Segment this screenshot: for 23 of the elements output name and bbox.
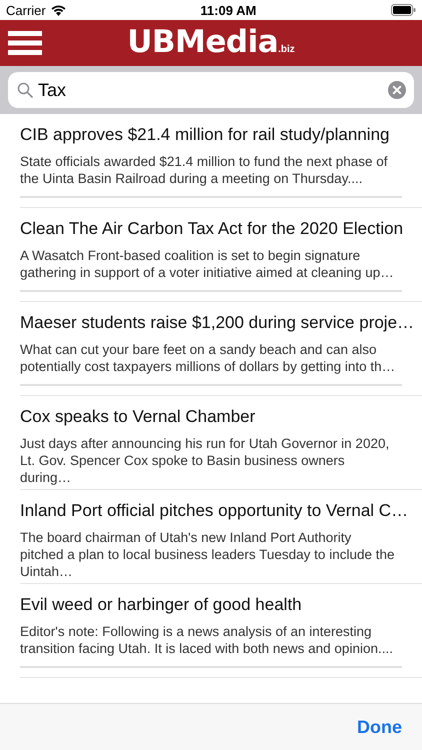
logo-suffix: .biz <box>278 44 295 55</box>
search-icon <box>17 82 33 98</box>
article-title[interactable]: Cox speaks to Vernal Chamber <box>20 406 422 428</box>
article-title[interactable]: Inland Port official pitches opportunity to Vernal C… <box>20 500 422 522</box>
article-summary: Editor's note: Following is a news analysis of an interesting transition facing Utah. It is laced with both news and opinion.... <box>20 623 394 657</box>
battery-icon <box>391 4 416 16</box>
wifi-icon <box>50 4 66 16</box>
menu-icon[interactable] <box>8 30 42 56</box>
clear-icon[interactable] <box>388 81 406 99</box>
article-summary: A Wasatch Front-based coalition is set to begin signature gathering in support of a voter initiative aimed at cleaning up… <box>20 247 395 281</box>
done-button[interactable]: Done <box>357 716 402 738</box>
article-title[interactable]: Clean The Air Carbon Tax Act for the 2020 Election <box>20 218 422 240</box>
clock-time: 11:09 AM <box>200 2 256 18</box>
search-field[interactable]: Tax <box>8 72 414 108</box>
article-summary: What can cut your bare feet on a sandy beach and can also potentially cost taxpayers millions of dollars by getting into th… <box>20 341 396 375</box>
article-summary: Just days after announcing his run for Utah Governor in 2020, Lt. Gov. Spencer Cox spoke to Basin business owners during… <box>20 435 390 486</box>
article-summary: State officials awarded $21.4 million to fund the next phase of the Uinta Basin Railroad during a meeting on Thursday.... <box>20 153 388 187</box>
article-title[interactable]: Maeser students raise $1,200 during service proje… <box>20 312 422 334</box>
article-title[interactable]: CIB approves $21.4 million for rail study/planning <box>20 124 422 146</box>
article-title[interactable]: Evil weed or harbinger of good health <box>20 594 422 616</box>
logo-text: UBMedia <box>127 24 278 60</box>
article-summary: The board chairman of Utah's new Inland Port Authority pitched a plan to local business leaders Tuesday to include the Uintah… <box>20 529 396 580</box>
carrier-label: Carrier <box>6 2 46 18</box>
